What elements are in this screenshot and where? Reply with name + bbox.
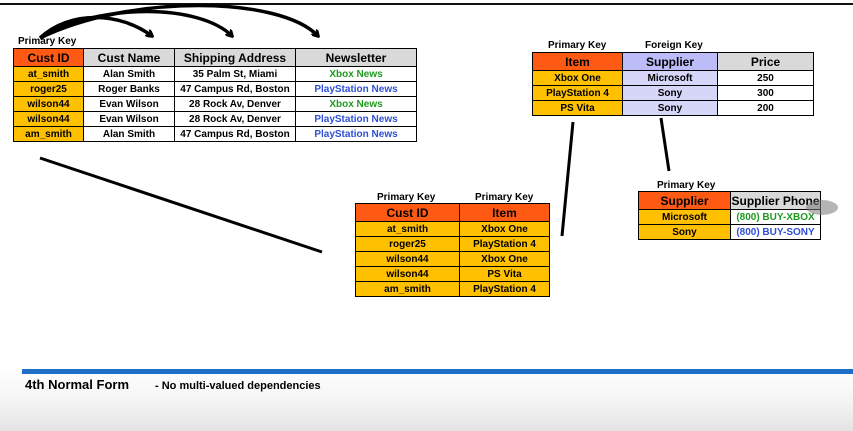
customers-table: Cust ID Cust Name Shipping Address Newsl…: [13, 48, 417, 142]
table-row: am_smith Alan Smith 47 Campus Rd, Boston…: [13, 126, 417, 142]
table-row: PlayStation 4 Sony 300: [532, 85, 814, 101]
items-header-supplier: Supplier: [622, 52, 718, 71]
items-header-price: Price: [717, 52, 814, 71]
link-customers-orders: [39, 156, 323, 254]
supplier-cell: Sony: [638, 224, 731, 240]
items-header-row: Item Supplier Price: [532, 52, 814, 71]
item-cell: PS Vita: [532, 100, 623, 116]
newsletter-cell: Xbox News: [295, 96, 417, 112]
table-row: am_smith PlayStation 4: [355, 281, 550, 297]
shipping-address-cell: 28 Rock Av, Denver: [174, 111, 296, 127]
supplier-cell: Sony: [622, 100, 718, 116]
price-cell: 250: [717, 70, 814, 86]
table-row: wilson44 Xbox One: [355, 251, 550, 267]
table-row: Xbox One Microsoft 250: [532, 70, 814, 86]
newsletter-cell: PlayStation News: [295, 111, 417, 127]
customers-header-shipping-address: Shipping Address: [174, 48, 296, 67]
cust-id-cell: at_smith: [355, 221, 460, 237]
table-row: at_smith Xbox One: [355, 221, 550, 237]
supplier-cell: Microsoft: [622, 70, 718, 86]
orders-primary-key-label-item: Primary Key: [475, 192, 534, 203]
customers-header-newsletter: Newsletter: [295, 48, 417, 67]
customers-primary-key-label: Primary Key: [18, 36, 77, 47]
link-items-orders: [560, 121, 575, 237]
cust-name-cell: Alan Smith: [83, 66, 175, 82]
top-rule: [0, 3, 853, 5]
customers-header-cust-id: Cust ID: [13, 48, 84, 67]
item-cell: PS Vita: [459, 266, 550, 282]
cust-id-cell: roger25: [355, 236, 460, 252]
newsletter-cell: Xbox News: [295, 66, 417, 82]
item-cell: Xbox One: [532, 70, 623, 86]
cust-id-cell: am_smith: [355, 281, 460, 297]
orders-primary-key-label-cust-id: Primary Key: [377, 192, 436, 203]
suppliers-header-row: Supplier Supplier Phone: [638, 191, 821, 210]
cust-id-cell: am_smith: [13, 126, 84, 142]
table-row: roger25 Roger Banks 47 Campus Rd, Boston…: [13, 81, 417, 97]
table-row: roger25 PlayStation 4: [355, 236, 550, 252]
cust-id-cell: wilson44: [355, 251, 460, 267]
footer-accent-rule: [22, 369, 853, 374]
item-cell: Xbox One: [459, 251, 550, 267]
customers-header-row: Cust ID Cust Name Shipping Address Newsl…: [13, 48, 417, 67]
table-row: wilson44 PS Vita: [355, 266, 550, 282]
suppliers-primary-key-label: Primary Key: [657, 180, 716, 191]
orders-table: Cust ID Item at_smith Xbox One roger25 P…: [355, 203, 550, 297]
items-foreign-key-label: Foreign Key: [645, 40, 703, 51]
shipping-address-cell: 47 Campus Rd, Boston: [174, 126, 296, 142]
cust-name-cell: Alan Smith: [83, 126, 175, 142]
table-row: Sony (800) BUY-SONY: [638, 224, 821, 240]
suppliers-header-supplier: Supplier: [638, 191, 731, 210]
shipping-address-cell: 28 Rock Av, Denver: [174, 96, 296, 112]
link-items-suppliers: [659, 117, 671, 172]
orders-header-cust-id: Cust ID: [355, 203, 460, 222]
items-primary-key-label: Primary Key: [548, 40, 607, 51]
newsletter-cell: PlayStation News: [295, 81, 417, 97]
customers-header-cust-name: Cust Name: [83, 48, 175, 67]
cust-id-cell: at_smith: [13, 66, 84, 82]
footer-title: 4th Normal Form: [25, 377, 130, 392]
cust-id-cell: wilson44: [355, 266, 460, 282]
table-row: PS Vita Sony 200: [532, 100, 814, 116]
orders-header-row: Cust ID Item: [355, 203, 550, 222]
price-cell: 300: [717, 85, 814, 101]
item-cell: PlayStation 4: [459, 281, 550, 297]
table-row: wilson44 Evan Wilson 28 Rock Av, Denver …: [13, 111, 417, 127]
price-cell: 200: [717, 100, 814, 116]
supplier-phone-cell: (800) BUY-XBOX: [730, 209, 821, 225]
shipping-address-cell: 35 Palm St, Miami: [174, 66, 296, 82]
cursor-highlight: [806, 200, 838, 215]
item-cell: Xbox One: [459, 221, 550, 237]
supplier-cell: Microsoft: [638, 209, 731, 225]
cust-name-cell: Evan Wilson: [83, 111, 175, 127]
suppliers-table: Supplier Supplier Phone Microsoft (800) …: [638, 191, 821, 240]
cust-id-cell: wilson44: [13, 111, 84, 127]
supplier-cell: Sony: [622, 85, 718, 101]
orders-header-item: Item: [459, 203, 550, 222]
items-table: Item Supplier Price Xbox One Microsoft 2…: [532, 52, 814, 116]
table-row: wilson44 Evan Wilson 28 Rock Av, Denver …: [13, 96, 417, 112]
cust-id-cell: roger25: [13, 81, 84, 97]
table-row: at_smith Alan Smith 35 Palm St, Miami Xb…: [13, 66, 417, 82]
footer-description: - No multi-valued dependencies: [155, 380, 321, 392]
cust-name-cell: Roger Banks: [83, 81, 175, 97]
newsletter-cell: PlayStation News: [295, 126, 417, 142]
shipping-address-cell: 47 Campus Rd, Boston: [174, 81, 296, 97]
dependency-arrow-shipping-address: [39, 9, 232, 40]
table-row: Microsoft (800) BUY-XBOX: [638, 209, 821, 225]
cust-name-cell: Evan Wilson: [83, 96, 175, 112]
item-cell: PlayStation 4: [459, 236, 550, 252]
supplier-phone-cell: (800) BUY-SONY: [730, 224, 821, 240]
items-header-item: Item: [532, 52, 623, 71]
cust-id-cell: wilson44: [13, 96, 84, 112]
dependency-arrow-newsletter: [39, 3, 318, 40]
item-cell: PlayStation 4: [532, 85, 623, 101]
dependency-arrow-cust-name: [38, 15, 152, 40]
